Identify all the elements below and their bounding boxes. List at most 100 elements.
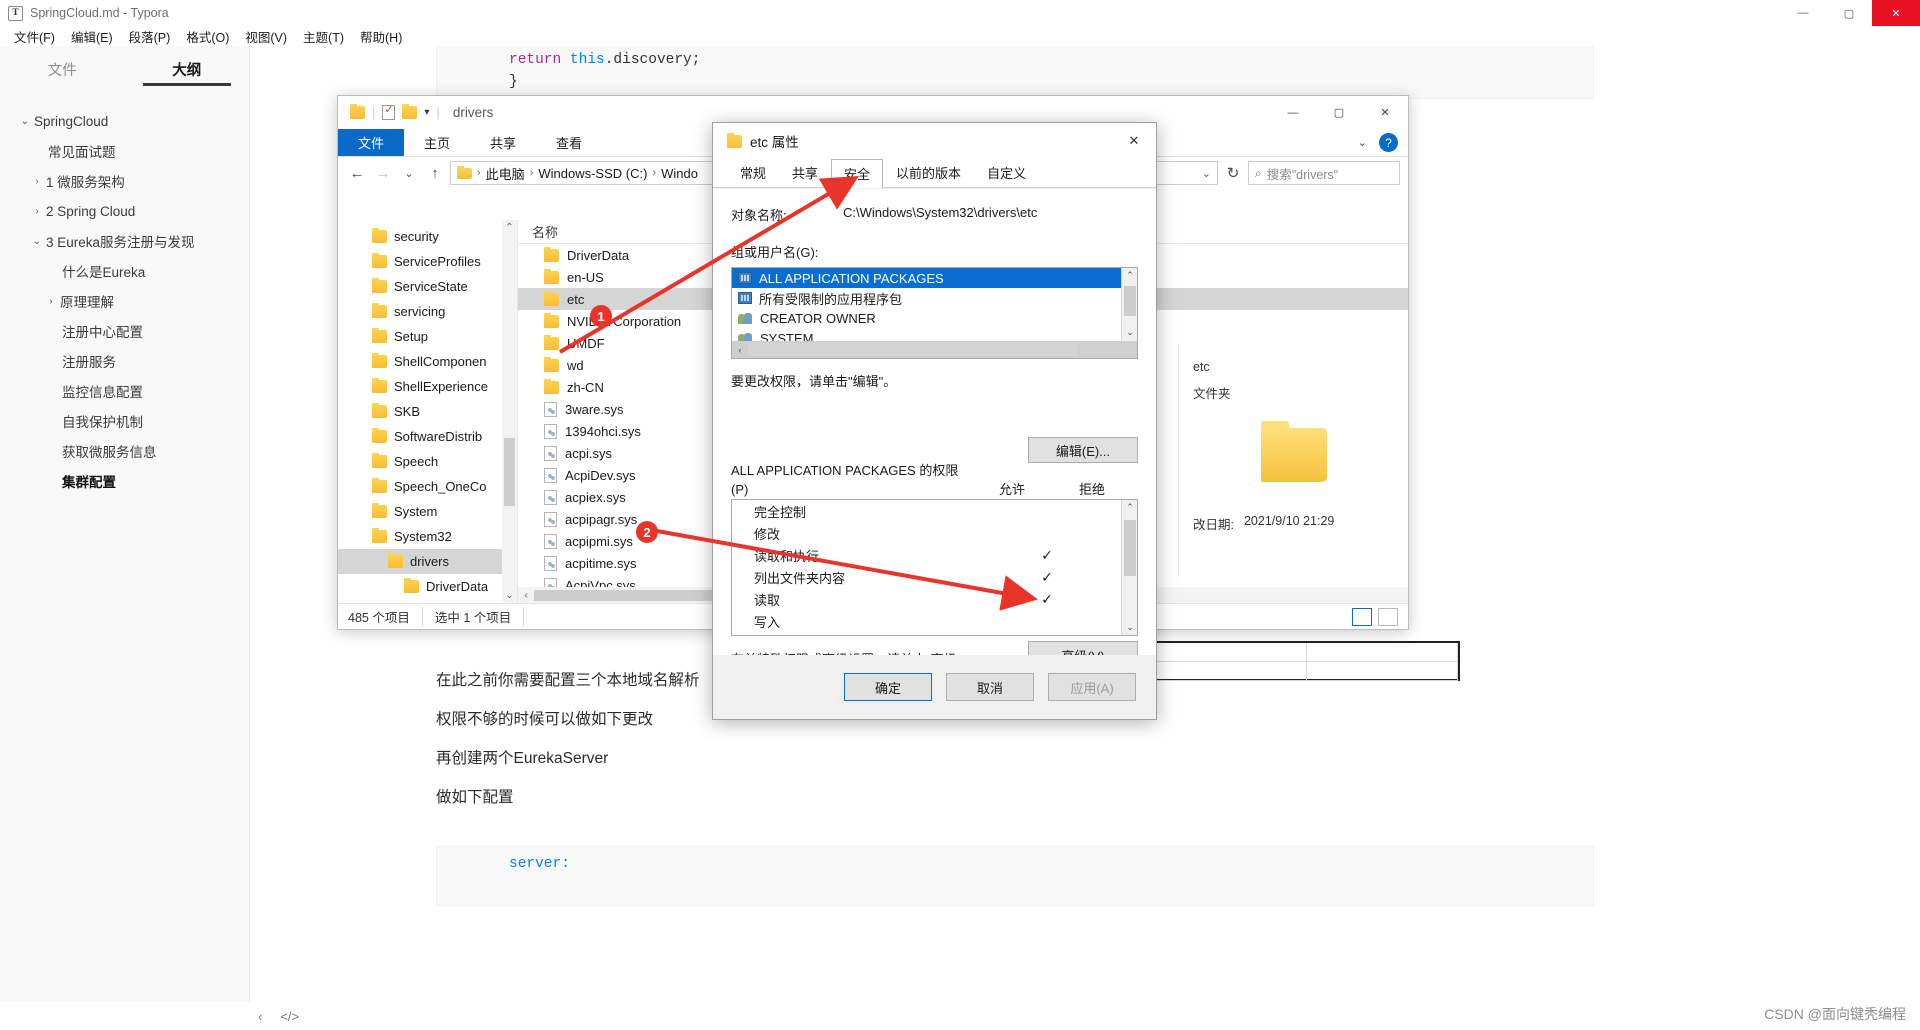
- outline-item-springcloud[interactable]: ⌄ SpringCloud: [0, 106, 249, 136]
- folder-icon[interactable]: [402, 104, 418, 119]
- scrollbar-thumb[interactable]: [504, 438, 515, 506]
- chevron-down-icon[interactable]: ⌄: [1358, 136, 1367, 149]
- permission-row-modify[interactable]: 修改: [732, 522, 1137, 544]
- menu-theme[interactable]: 主题(T): [295, 26, 352, 47]
- cancel-button[interactable]: 取消: [946, 673, 1034, 701]
- chevron-down-icon[interactable]: ⌄: [1202, 167, 1211, 180]
- scrollbar-thumb[interactable]: [1124, 520, 1136, 576]
- explorer-minimize-button[interactable]: —: [1270, 96, 1316, 129]
- menu-format[interactable]: 格式(O): [178, 26, 237, 47]
- apply-button[interactable]: 应用(A): [1048, 673, 1136, 701]
- menu-paragraph[interactable]: 段落(P): [121, 26, 179, 47]
- edit-button[interactable]: 编辑(E)...: [1028, 437, 1138, 463]
- tab-security[interactable]: 安全: [831, 159, 884, 188]
- group-row-creator-owner[interactable]: CREATOR OWNER: [732, 308, 1137, 328]
- menu-help[interactable]: 帮助(H): [352, 26, 410, 47]
- tree-item-softwaredistribution[interactable]: SoftwareDistrib: [338, 424, 517, 449]
- explorer-close-button[interactable]: ✕: [1362, 96, 1408, 129]
- tree-item-servicing[interactable]: servicing: [338, 299, 517, 324]
- tree-item-speech-onecore[interactable]: Speech_OneCo: [338, 474, 517, 499]
- outline-item-principle[interactable]: › 原理理解: [0, 286, 249, 316]
- help-icon[interactable]: ?: [1379, 133, 1398, 152]
- tab-previous-versions[interactable]: 以前的版本: [883, 158, 974, 187]
- up-button[interactable]: ↑: [424, 165, 446, 182]
- tree-item-setup[interactable]: Setup: [338, 324, 517, 349]
- group-row-all-application-packages[interactable]: ALL APPLICATION PACKAGES: [732, 268, 1137, 288]
- large-icons-view-button[interactable]: [1378, 607, 1398, 626]
- outline-item-what-is-eureka[interactable]: 什么是Eureka: [0, 256, 249, 286]
- source-code-button[interactable]: </>: [280, 1009, 299, 1024]
- back-button[interactable]: ←: [346, 165, 368, 182]
- breadcrumb-item-windows[interactable]: Windo: [661, 166, 698, 181]
- typora-maximize-button[interactable]: ▢: [1826, 0, 1872, 26]
- tab-outline[interactable]: 大纲: [125, 46, 250, 92]
- forward-button[interactable]: →: [372, 165, 394, 182]
- prev-button[interactable]: ‹: [258, 1009, 262, 1024]
- chevron-right-icon[interactable]: ›: [30, 176, 44, 187]
- details-view-button[interactable]: [1352, 607, 1372, 626]
- tree-item-skb[interactable]: SKB: [338, 399, 517, 424]
- breadcrumb-item-thispc[interactable]: 此电脑: [486, 164, 525, 183]
- outline-item-interview[interactable]: 常见面试题: [0, 136, 249, 166]
- scroll-up-icon[interactable]: ⌃: [1122, 502, 1137, 513]
- permission-row-list-folder[interactable]: 列出文件夹内容 ✓: [732, 566, 1137, 588]
- typora-close-button[interactable]: ✕: [1872, 0, 1920, 26]
- tree-scrollbar[interactable]: ⌃ ⌄: [502, 220, 517, 603]
- tab-general[interactable]: 常规: [727, 158, 779, 187]
- outline-item-cluster-config[interactable]: 集群配置: [0, 466, 249, 496]
- permissions-listbox[interactable]: 完全控制 修改 读取和执行 ✓ 列出文件夹内容 ✓ 读取 ✓ 写入 ⌃ ⌄: [731, 499, 1138, 636]
- tree-item-security[interactable]: security: [338, 224, 517, 249]
- ribbon-tab-file[interactable]: 文件: [338, 129, 405, 156]
- ok-button[interactable]: 确定: [844, 673, 932, 701]
- tree-item-driverdata[interactable]: DriverData: [338, 574, 517, 599]
- outline-item-microservice[interactable]: › 1 微服务架构: [0, 166, 249, 196]
- refresh-button[interactable]: ↻: [1222, 164, 1244, 182]
- chevron-right-icon[interactable]: ›: [44, 296, 58, 307]
- ribbon-tab-view[interactable]: 查看: [536, 129, 602, 156]
- group-user-listbox[interactable]: ALL APPLICATION PACKAGES 所有受限制的应用程序包 CRE…: [731, 267, 1138, 359]
- tab-files[interactable]: 文件: [0, 46, 125, 92]
- scroll-down-icon[interactable]: ⌄: [504, 590, 515, 601]
- permission-row-read-execute[interactable]: 读取和执行 ✓: [732, 544, 1137, 566]
- menu-edit[interactable]: 编辑(E): [63, 26, 121, 47]
- save-icon[interactable]: [382, 103, 396, 120]
- recent-locations-button[interactable]: ⌄: [398, 167, 420, 180]
- permission-row-write[interactable]: 写入: [732, 610, 1137, 632]
- menu-file[interactable]: 文件(F): [6, 26, 63, 47]
- tree-item-system[interactable]: System: [338, 499, 517, 524]
- tree-item-shellexperiences[interactable]: ShellExperience: [338, 374, 517, 399]
- scrollbar-thumb[interactable]: [748, 343, 1078, 356]
- explorer-maximize-button[interactable]: ▢: [1316, 96, 1362, 129]
- breadcrumb-item-drive[interactable]: Windows-SSD (C:): [538, 166, 647, 181]
- scroll-down-icon[interactable]: ⌄: [1122, 327, 1137, 338]
- chevron-down-icon[interactable]: ⌄: [18, 116, 32, 127]
- properties-close-button[interactable]: ✕: [1112, 123, 1156, 159]
- ribbon-tab-home[interactable]: 主页: [404, 129, 470, 156]
- permission-row-full-control[interactable]: 完全控制: [732, 500, 1137, 522]
- chevron-down-icon[interactable]: ⌄: [30, 236, 44, 247]
- tab-customize[interactable]: 自定义: [974, 158, 1039, 187]
- outline-item-get-service-info[interactable]: 获取微服务信息: [0, 436, 249, 466]
- scroll-up-icon[interactable]: ⌃: [504, 222, 515, 233]
- outline-item-springcloud2[interactable]: › 2 Spring Cloud: [0, 196, 249, 226]
- tree-item-speech[interactable]: Speech: [338, 449, 517, 474]
- permission-row-read[interactable]: 读取 ✓: [732, 588, 1137, 610]
- outline-item-monitor-config[interactable]: 监控信息配置: [0, 376, 249, 406]
- scroll-down-icon[interactable]: ⌄: [1122, 622, 1137, 633]
- scroll-up-icon[interactable]: ⌃: [1122, 270, 1137, 281]
- scroll-left-icon[interactable]: ‹: [732, 345, 748, 355]
- menu-view[interactable]: 视图(V): [237, 26, 295, 47]
- tab-sharing[interactable]: 共享: [779, 158, 831, 187]
- outline-item-eureka[interactable]: ⌄ 3 Eureka服务注册与发现: [0, 226, 249, 256]
- chevron-right-icon[interactable]: ›: [30, 206, 44, 217]
- tree-item-serviceprofiles[interactable]: ServiceProfiles: [338, 249, 517, 274]
- scroll-left-icon[interactable]: ‹: [518, 590, 534, 601]
- group-list-hscrollbar[interactable]: ‹: [732, 341, 1137, 358]
- group-row-restricted-packages[interactable]: 所有受限制的应用程序包: [732, 288, 1137, 308]
- dropdown-icon[interactable]: ▾: [424, 107, 429, 118]
- outline-item-register-service[interactable]: 注册服务: [0, 346, 249, 376]
- scrollbar-thumb[interactable]: [1124, 286, 1136, 316]
- typora-minimize-button[interactable]: —: [1780, 0, 1826, 26]
- ribbon-tab-share[interactable]: 共享: [470, 129, 536, 156]
- tree-item-shellcomponents[interactable]: ShellComponen: [338, 349, 517, 374]
